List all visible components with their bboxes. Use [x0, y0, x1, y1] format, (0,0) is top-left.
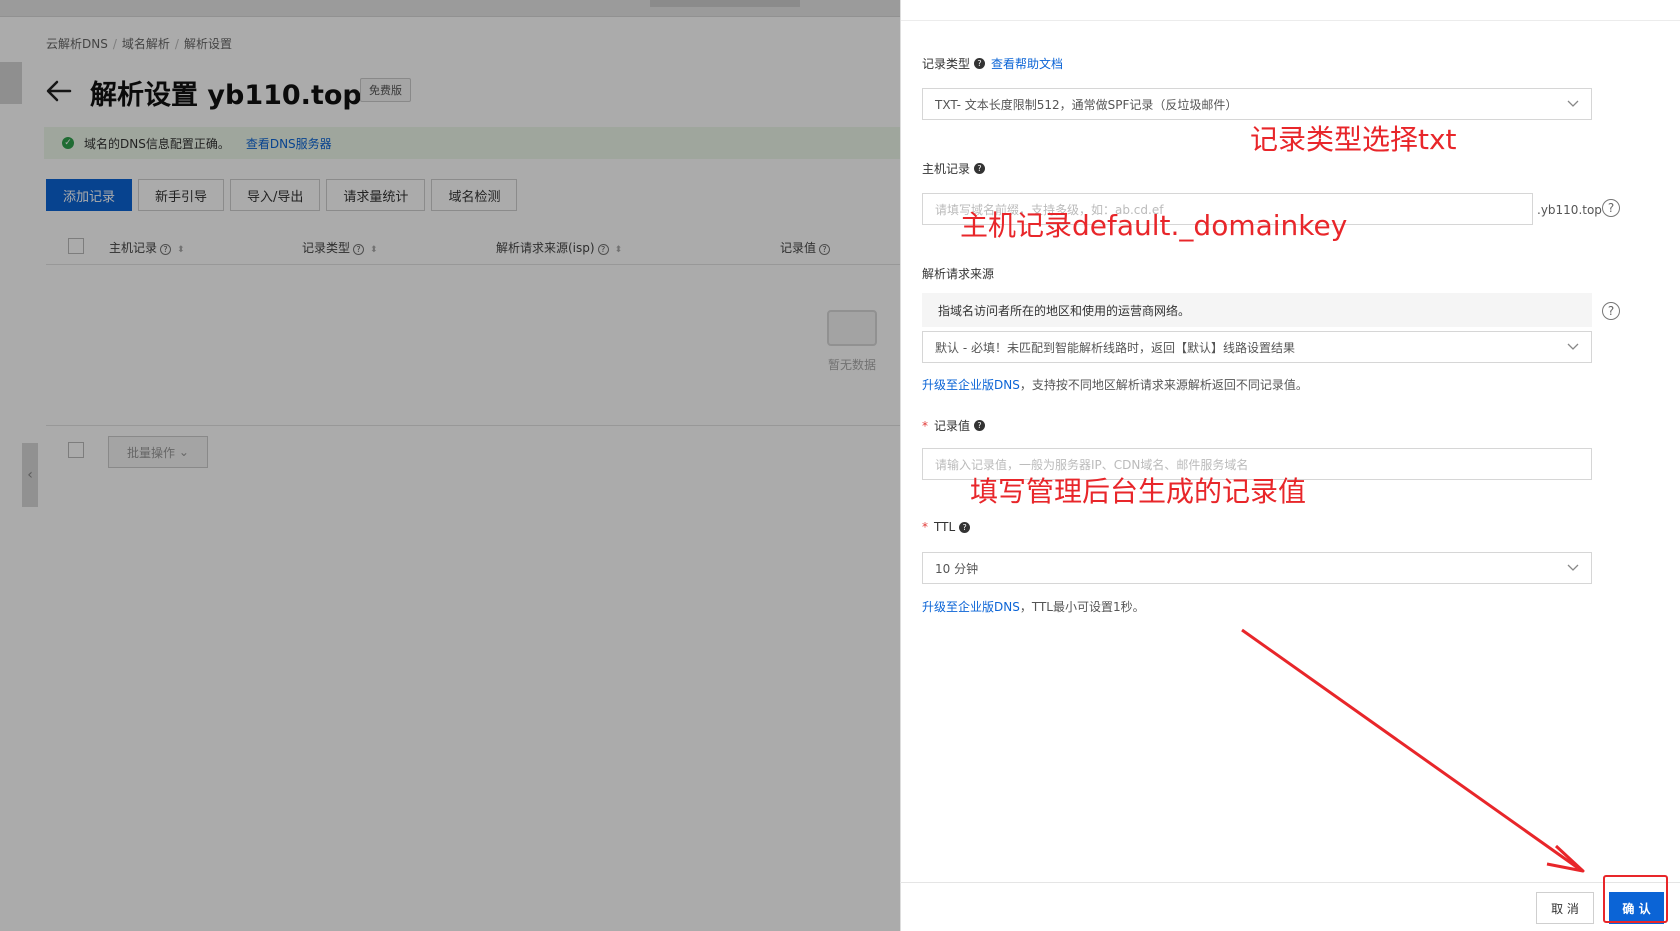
- confirm-highlight-box: [1603, 875, 1668, 923]
- request-source-tip: 指域名访问者所在的地区和使用的运营商网络。: [922, 293, 1592, 327]
- record-type-value: TXT- 文本长度限制512，通常做SPF记录（反垃圾邮件）: [935, 97, 1238, 112]
- host-record-label: 主机记录?: [922, 160, 986, 177]
- source-hint-text: ，支持按不同地区解析请求来源解析返回不同记录值。: [1019, 378, 1308, 392]
- source-upgrade-hint: 升级至企业版DNS，支持按不同地区解析请求来源解析返回不同记录值。: [922, 376, 1308, 393]
- chevron-down-icon: [1567, 564, 1579, 571]
- record-value-label-text: 记录值: [934, 419, 971, 433]
- request-source-label: 解析请求来源: [922, 265, 994, 282]
- help-doc-link[interactable]: 查看帮助文档: [991, 55, 1063, 72]
- annotation-host: 主机记录default._domainkey: [960, 209, 1348, 242]
- ttl-select[interactable]: 10 分钟: [922, 552, 1592, 584]
- help-circle-icon[interactable]: ?: [1602, 302, 1620, 320]
- request-source-select[interactable]: 默认 - 必填！未匹配到智能解析线路时，返回【默认】线路设置结果: [922, 331, 1592, 363]
- ttl-label: * TTL?: [922, 520, 971, 534]
- help-circle-icon[interactable]: ?: [1602, 199, 1620, 217]
- request-source-value: 默认 - 必填！未匹配到智能解析线路时，返回【默认】线路设置结果: [935, 340, 1295, 355]
- cancel-button[interactable]: 取 消: [1536, 892, 1594, 924]
- host-record-label-text: 主机记录: [922, 162, 971, 176]
- help-icon[interactable]: ?: [974, 163, 986, 174]
- record-value-label: * 记录值?: [922, 417, 986, 434]
- ttl-hint-text: ，TTL最小可设置1秒。: [1019, 600, 1145, 614]
- record-type-label-text: 记录类型: [922, 57, 971, 71]
- chevron-down-icon: [1567, 343, 1579, 350]
- help-icon[interactable]: ?: [959, 521, 971, 533]
- record-type-select[interactable]: TXT- 文本长度限制512，通常做SPF记录（反垃圾邮件）: [922, 88, 1592, 120]
- annotation-record-type: 记录类型选择txt: [1250, 123, 1457, 156]
- help-icon[interactable]: ?: [974, 58, 986, 69]
- help-icon[interactable]: ?: [974, 420, 986, 431]
- ttl-label-text: TTL: [934, 520, 956, 534]
- record-type-label: 记录类型? 查看帮助文档: [922, 55, 1063, 72]
- ttl-upgrade-hint: 升级至企业版DNS，TTL最小可设置1秒。: [922, 598, 1145, 615]
- drawer-header-divider: [901, 20, 1680, 21]
- domain-suffix: .yb110.top: [1537, 203, 1602, 217]
- upgrade-enterprise-link[interactable]: 升级至企业版DNS: [922, 378, 1020, 392]
- required-mark: *: [922, 520, 928, 534]
- upgrade-enterprise-link[interactable]: 升级至企业版DNS: [922, 600, 1020, 614]
- drawer-footer-divider: [900, 882, 1680, 883]
- chevron-down-icon: [1567, 100, 1579, 107]
- required-mark: *: [922, 418, 928, 433]
- request-source-label-text: 解析请求来源: [922, 267, 995, 281]
- ttl-value: 10 分钟: [935, 561, 979, 576]
- annotation-record-value: 填写管理后台生成的记录值: [970, 475, 1307, 508]
- modal-overlay[interactable]: [0, 0, 900, 931]
